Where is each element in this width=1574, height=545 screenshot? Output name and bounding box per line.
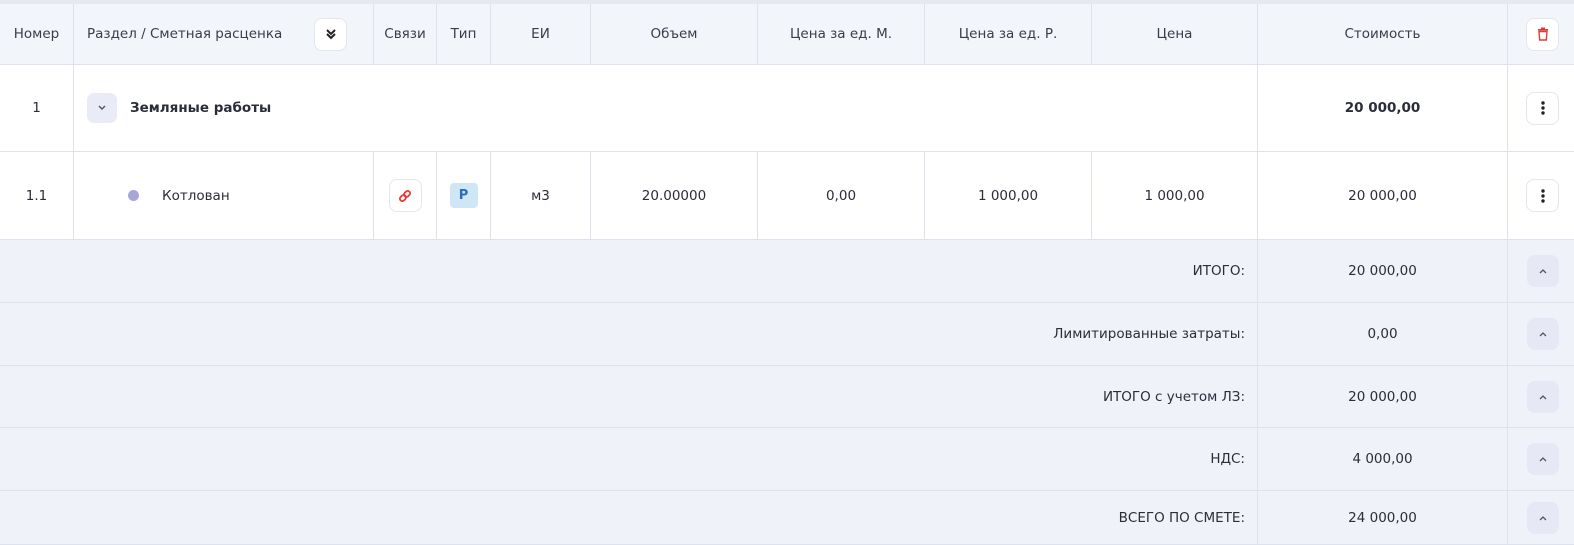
item-actions [1508, 152, 1574, 240]
chevron-up-icon [1539, 515, 1546, 520]
summary-value: 4 000,00 [1258, 428, 1508, 491]
summary-value: 24 000,00 [1258, 491, 1508, 545]
double-chevron-down-icon [325, 29, 336, 40]
header-section-label: Раздел / Сметная расценка [87, 26, 283, 42]
header-type: Тип [437, 4, 491, 65]
summary-toggle-button[interactable] [1526, 318, 1559, 350]
header-cost: Стоимость [1258, 4, 1508, 65]
summary-toggle-button[interactable] [1526, 501, 1559, 534]
summary-toggle-cell [1508, 428, 1574, 491]
item-type-cell: Р [437, 152, 491, 240]
summary-label: Лимитированные затраты: [0, 303, 1258, 366]
summary-toggle-cell [1508, 366, 1574, 428]
delete-button[interactable] [1526, 17, 1559, 51]
chevron-up-icon [1539, 457, 1546, 462]
chevron-up-icon [1539, 269, 1546, 274]
header-section: Раздел / Сметная расценка [74, 4, 374, 65]
estimate-table: Номер Раздел / Сметная расценка Связи Ти… [0, 0, 1574, 545]
chevron-down-icon [98, 105, 106, 110]
summary-toggle-button[interactable] [1526, 380, 1559, 413]
summary-label: ИТОГО с учетом ЛЗ: [0, 366, 1258, 428]
header-number: Номер [0, 4, 74, 65]
link-icon [399, 189, 411, 202]
section-name: Земляные работы [130, 100, 272, 116]
item-number: 1.1 [0, 152, 74, 240]
item-price: 1 000,00 [1092, 152, 1258, 240]
header-actions [1508, 4, 1574, 65]
summary-toggle-cell [1508, 491, 1574, 545]
summary-value: 20 000,00 [1258, 366, 1508, 428]
header-price-r: Цена за ед. Р. [925, 4, 1092, 65]
summary-toggle-button[interactable] [1526, 443, 1559, 475]
section-cost: 20 000,00 [1258, 65, 1508, 152]
section-name-cell: Земляные работы [74, 65, 1258, 152]
item-menu-button[interactable] [1526, 179, 1559, 212]
item-volume: 20.00000 [591, 152, 758, 240]
summary-label: ВСЕГО ПО СМЕТЕ: [0, 491, 1258, 545]
item-cost: 20 000,00 [1258, 152, 1508, 240]
summary-toggle-cell [1508, 303, 1574, 366]
item-links-cell [374, 152, 437, 240]
item-unit: м3 [491, 152, 591, 240]
header-price-m: Цена за ед. М. [758, 4, 925, 65]
section-number: 1 [0, 65, 74, 152]
section-menu-button[interactable] [1526, 91, 1559, 125]
summary-label: НДС: [0, 428, 1258, 491]
section-actions [1508, 65, 1574, 152]
section-toggle-button[interactable] [87, 93, 117, 123]
header-price: Цена [1092, 4, 1258, 65]
summary-value: 0,00 [1258, 303, 1508, 366]
kebab-menu-icon [1540, 101, 1545, 115]
item-price-m: 0,00 [758, 152, 925, 240]
item-name-cell: Котлован [74, 152, 374, 240]
collapse-all-button[interactable] [314, 17, 347, 51]
item-price-r: 1 000,00 [925, 152, 1092, 240]
summary-label: ИТОГО: [0, 240, 1258, 303]
link-button[interactable] [388, 179, 422, 212]
item-name: Котлован [162, 187, 230, 204]
summary-toggle-cell [1508, 240, 1574, 303]
trash-icon [1537, 27, 1548, 41]
header-links: Связи [374, 4, 437, 65]
header-unit: ЕИ [491, 4, 591, 65]
status-dot [128, 190, 139, 201]
kebab-menu-icon [1540, 188, 1545, 203]
header-volume: Объем [591, 4, 758, 65]
chevron-up-icon [1539, 394, 1546, 399]
type-badge: Р [449, 183, 478, 208]
chevron-up-icon [1539, 332, 1546, 337]
summary-value: 20 000,00 [1258, 240, 1508, 303]
summary-toggle-button[interactable] [1526, 255, 1559, 287]
